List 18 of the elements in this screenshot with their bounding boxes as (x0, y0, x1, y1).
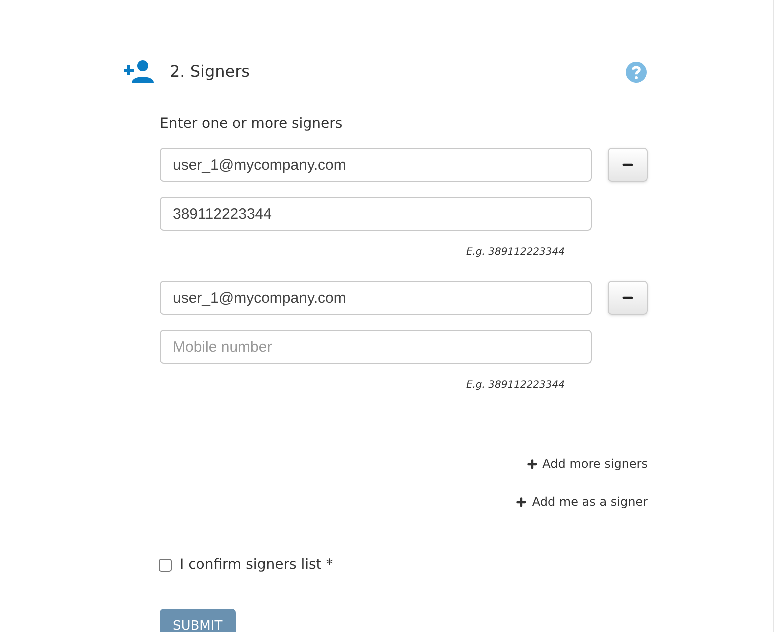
plus-icon (515, 496, 528, 508)
hint-text: E.g. 389112223344 (466, 246, 565, 260)
instruction-text: Enter one or more signers (160, 115, 344, 134)
confirm-label: I confirm signers list * (180, 556, 334, 575)
input-field[interactable]: 389112223344 (160, 197, 592, 231)
add-link[interactable]: Add more signers (526, 455, 648, 473)
confirm-checkbox[interactable] (159, 559, 172, 572)
add-link[interactable]: Add me as a signer (515, 493, 648, 511)
input-field[interactable]: Mobile number (160, 330, 592, 364)
help-icon[interactable] (626, 62, 647, 82)
remove-signer-button[interactable] (608, 281, 648, 315)
plus-icon (526, 458, 539, 470)
hint-text: E.g. 389112223344 (466, 379, 565, 393)
remove-signer-button[interactable] (608, 148, 648, 182)
input-field[interactable]: user_1@mycompany.com (160, 281, 592, 315)
section-title: 2. Signers (170, 61, 250, 83)
input-field[interactable]: user_1@mycompany.com (160, 148, 592, 182)
add-user-icon (124, 60, 154, 84)
